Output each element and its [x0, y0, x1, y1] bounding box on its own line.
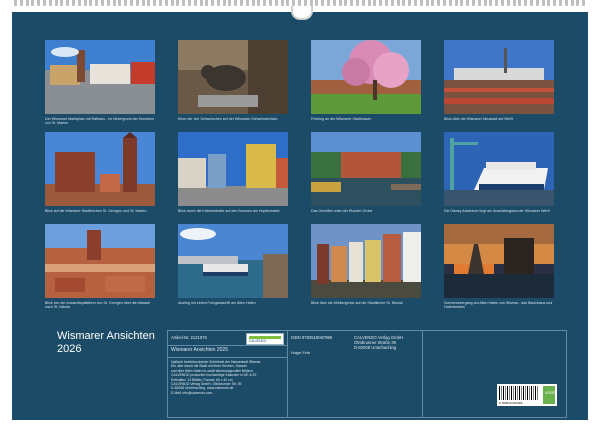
photo-sonnenuntergang: [444, 224, 554, 298]
calendar-title-line2: 2026: [57, 343, 82, 355]
photo-caption: Sonnenuntergang am Alten Hafen von Wisma…: [444, 301, 553, 310]
photo-schweinchen: [178, 40, 288, 114]
calvendo-logo: CALVENDO: [246, 333, 284, 345]
photo-caption: Ausflug mit einem Fahrgastschiff am Alte…: [178, 301, 256, 305]
eco-badge-text: GREEN: [545, 391, 557, 395]
photo-stadtkirchen: [45, 132, 155, 206]
photo-marktplatz: [45, 40, 155, 114]
barcode: 9 783516 067996 GREEN: [497, 384, 557, 406]
photo-caption: Der Wismarer Marktplatz mit Rathaus - im…: [45, 117, 155, 126]
calendar-title: Wismarer Ansichten 2026: [57, 330, 155, 356]
calendar-name: Wismarer Ansichten 2026: [171, 347, 228, 353]
photo-disney-adventure: [444, 132, 554, 206]
photo-neustadt: [444, 40, 554, 114]
photo-caption: Frühling an der Wismarer Stadtmauer: [311, 117, 372, 121]
photo-stadtmauer: [311, 40, 421, 114]
photo-caption: Blick auf die Wismarer Stadtkirchen St. …: [45, 209, 147, 213]
calvendo-logo-text: CALVENDO: [249, 339, 267, 343]
hanger-hook: [291, 6, 313, 20]
photo-caption: Blick über die Mühlengrube auf die Stadt…: [311, 301, 403, 305]
photo-kraemerstrasse: [178, 132, 288, 206]
photo-caption: Einer der vier Schweinchen auf der Wisma…: [178, 117, 278, 121]
calendar-sheet: Der Wismarer Marktplatz mit Rathaus - im…: [12, 12, 588, 420]
barcode-number: 9 783516 067996: [499, 401, 523, 405]
photo-caption: Blick von der Aussichtsplattform von St.…: [45, 301, 150, 310]
calendar-title-line1: Wismarer Ansichten: [57, 330, 155, 342]
photo-caption: Das Gewölbe unter der Runden Grube: [311, 209, 373, 213]
photo-caption: Die Disney Adventure liegt am Ausrüstung…: [444, 209, 550, 213]
photographer-name: Holger Felix: [291, 351, 311, 355]
photo-runde-grube: [311, 132, 421, 206]
isbn-number: ISBN 9783516067996: [291, 335, 333, 340]
article-number: Artikel-Nr. 2121978: [171, 335, 207, 340]
photo-muehlengrube: [311, 224, 421, 298]
eco-badge-icon: GREEN: [543, 386, 557, 404]
photo-caption: Blick durch die Krämerstraße auf den Bru…: [178, 209, 280, 213]
photo-caption: Blick über die Wismarer Neustadt auf Wer…: [444, 117, 513, 121]
calendar-description: Idyllisch beeindruckende Schönheit der H…: [171, 360, 262, 395]
publisher-line3: D-82008 Unterhaching: [354, 345, 397, 350]
photo-fahrgastschiff: [178, 224, 288, 298]
photo-altstadt-panorama: [45, 224, 155, 298]
